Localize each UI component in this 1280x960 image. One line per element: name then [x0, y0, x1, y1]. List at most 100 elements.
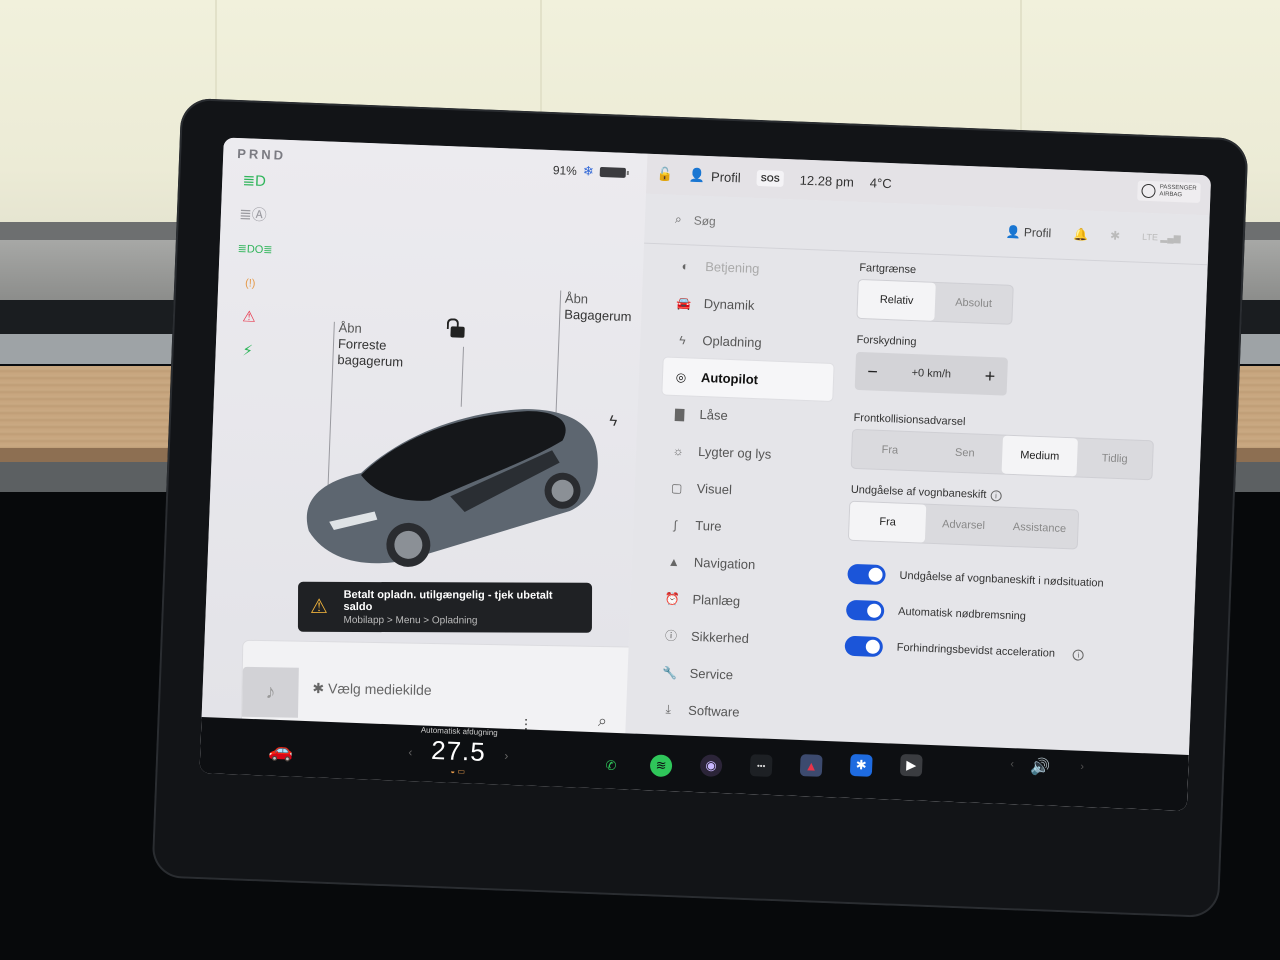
frunk-button[interactable]: Åbn Forreste bagagerum — [337, 320, 405, 370]
bolt-icon: ϟ — [678, 332, 686, 347]
settings-search-input[interactable] — [693, 213, 894, 235]
sidebar-item-label: Ture — [695, 517, 722, 534]
charging-alert-banner[interactable]: ⚠ Betalt opladn. utilgængelig - tjek ube… — [297, 581, 593, 633]
battery-status: 91% ❄ — [553, 162, 626, 181]
passenger-airbag-indicator: PASSENGER AIRBAG — [1137, 180, 1201, 203]
speed-limit-option-absolut[interactable]: Absolut — [934, 283, 1012, 324]
phone-icon[interactable]: ✆ — [600, 754, 623, 777]
lane-departure-option-assistance[interactable]: Assistance — [1001, 508, 1078, 549]
lane-departure-option-fra[interactable]: Fra — [848, 501, 927, 543]
info-icon[interactable]: i — [1072, 648, 1085, 661]
car-model-image — [306, 409, 598, 567]
search-icon: ⌕ — [674, 211, 683, 227]
outside-temperature: 4°C — [869, 174, 892, 191]
unlock-icon[interactable] — [450, 326, 465, 338]
forward-collision-option-tidlig[interactable]: Tidlig — [1076, 438, 1152, 479]
profile-label: Profil — [710, 168, 742, 185]
touchscreen-bezel: PRND 91% ❄ ≣D ≣Ⓐ ≣DO≣ (!) ⚠ ⚡ Åbn Forreste ba… — [151, 97, 1249, 919]
battery-percent: 91% — [552, 163, 578, 179]
settings-nav: ◐ Betjening 🚘 Dynamik ϟ Opladning ◎ Autopilot ▇ L… — [650, 247, 838, 734]
settings-profile-button[interactable]: 👤 Profil — [1005, 225, 1051, 241]
warning-icon: ⚠ — [309, 595, 328, 618]
alert-subtitle: Mobilapp > Menu > Opladning — [343, 614, 478, 626]
sidebar-item-visuel[interactable]: ▢ Visuel — [658, 468, 829, 511]
lane-departure-option-advarsel[interactable]: Advarsel — [925, 505, 1002, 546]
alert-circle-icon: ⓘ — [664, 628, 678, 644]
toggle-label: Automatisk nødbremsning — [897, 605, 1027, 623]
touchscreen: PRND 91% ❄ ≣D ≣Ⓐ ≣DO≣ (!) ⚠ ⚡ Åbn Forreste ba… — [199, 137, 1212, 811]
forward-collision-option-fra[interactable]: Fra — [852, 430, 928, 471]
profile-button[interactable]: 👤 Profil — [689, 167, 741, 185]
toggle-label: Forhindringsbevidst acceleration — [896, 641, 1056, 660]
parking-light-icon: ≣DO≣ — [237, 243, 273, 257]
trunk-button[interactable]: Åbn Bagagerum — [564, 291, 632, 326]
more-apps-icon[interactable]: ••• — [749, 754, 773, 777]
lane-departure-selector: Fra Advarsel Assistance — [848, 501, 1079, 549]
autopilot-settings: Fartgrænse Relativ Absolut Forskydning − … — [844, 262, 1189, 676]
volume-down-button[interactable]: ‹ — [1010, 758, 1014, 770]
decrease-offset-button[interactable]: − — [867, 361, 878, 382]
alarm-clock-icon: ⏰ — [664, 591, 681, 606]
alert-title: Betalt opladn. utilgængelig - tjek ubeta… — [343, 588, 553, 613]
sidebar-item-label: Låse — [699, 406, 729, 423]
display-icon: ▢ — [670, 480, 683, 495]
seatbelt-icon: ⚠ — [241, 308, 257, 326]
temp-decrease-button[interactable]: ‹ — [408, 745, 413, 759]
info-icon[interactable]: i — [990, 490, 1002, 502]
sidebar-item-label: Lygter og lys — [697, 443, 772, 462]
tire-pressure-icon: (!) — [244, 277, 256, 290]
music-note-icon: ♪ — [241, 666, 299, 718]
camera-icon[interactable]: ◉ — [699, 754, 723, 778]
sidebar-item-label: Service — [689, 665, 734, 683]
sidebar-item-label: Autopilot — [700, 369, 759, 388]
temp-increase-button[interactable]: › — [504, 749, 509, 763]
settings-profile-label: Profil — [1023, 225, 1052, 241]
toggle-switch[interactable] — [845, 599, 885, 622]
download-icon: ⤓ — [665, 701, 672, 717]
toggle-switch[interactable] — [847, 563, 886, 586]
sidebar-item-label: Planlæg — [692, 591, 741, 609]
safety-toggles: Undgåelse af vognbaneskift i nødsituatio… — [844, 556, 1178, 677]
charge-port-icon[interactable]: ϟ — [609, 412, 618, 429]
volume-icon[interactable]: 🔊 — [1030, 757, 1051, 778]
airbag-icon — [1141, 183, 1156, 199]
sos-button[interactable]: SOS — [756, 169, 785, 187]
sun-icon: ☼ — [672, 443, 684, 458]
lock-icon: ▇ — [674, 406, 685, 421]
theater-icon[interactable]: ▶ — [899, 753, 923, 777]
climate-control: Automatisk afdugning ‹ 27.5 › ◒ ▭ — [408, 725, 510, 778]
lock-status-icon[interactable]: 🔓 — [656, 166, 674, 183]
bluetooth-small-icon: ✱ — [312, 679, 329, 697]
spotify-icon[interactable]: ≋ — [649, 754, 673, 778]
media-source-selector[interactable]: ✱ Vælg mediekilde — [312, 680, 431, 699]
navigation-icon: ▲ — [667, 554, 681, 569]
volume-up-button[interactable]: › — [1080, 761, 1084, 773]
forward-collision-option-medium[interactable]: Medium — [1001, 435, 1078, 477]
steering-wheel-icon: ◎ — [675, 369, 687, 384]
sidebar-item-label: Sikkerhed — [690, 628, 750, 646]
sidebar-item-sikkerhed[interactable]: ⓘ Sikkerhed — [652, 616, 823, 659]
offset-stepper: − +0 km/h + — [854, 351, 1008, 396]
settings-panel: ⌕ 👤 Profil 🔔 ✱ LTE ▂▄▆ ◐ Betjening 🚘 Dynami… — [623, 193, 1210, 811]
toggle-switch[interactable] — [844, 635, 884, 658]
speed-limit-option-relativ[interactable]: Relativ — [857, 279, 936, 321]
lane-departure-text: Undgåelse af vognbaneskift — [850, 483, 987, 501]
trunk-label: Bagagerum — [564, 306, 632, 325]
sidebar-item-label: Dynamik — [703, 296, 755, 313]
telltale-list: ≣D ≣Ⓐ ≣DO≣ (!) ⚠ ⚡ — [224, 137, 648, 360]
notification-bell-icon[interactable]: 🔔 — [1073, 227, 1088, 242]
car-controls-button[interactable]: 🚗 — [268, 738, 294, 764]
sidebar-item-label: Opladning — [702, 332, 762, 351]
wrench-icon: 🔧 — [661, 665, 678, 680]
media-source-label: Vælg mediekilde — [327, 680, 432, 699]
bluetooth-status-icon[interactable]: ✱ — [1110, 229, 1121, 243]
navigation-app-icon[interactable]: ▲ — [799, 754, 823, 777]
climate-temperature[interactable]: 27.5 — [408, 734, 509, 769]
forward-collision-option-sen[interactable]: Sen — [927, 433, 1003, 474]
sidebar-item-label: Navigation — [693, 554, 756, 573]
increase-offset-button[interactable]: + — [984, 365, 995, 386]
media-search-button[interactable]: ⌕ — [598, 713, 607, 731]
sidebar-item-software[interactable]: ⤓ Software — [650, 690, 821, 733]
bluetooth-icon[interactable]: ✱ — [849, 753, 873, 777]
charging-icon: ⚡ — [242, 342, 254, 360]
